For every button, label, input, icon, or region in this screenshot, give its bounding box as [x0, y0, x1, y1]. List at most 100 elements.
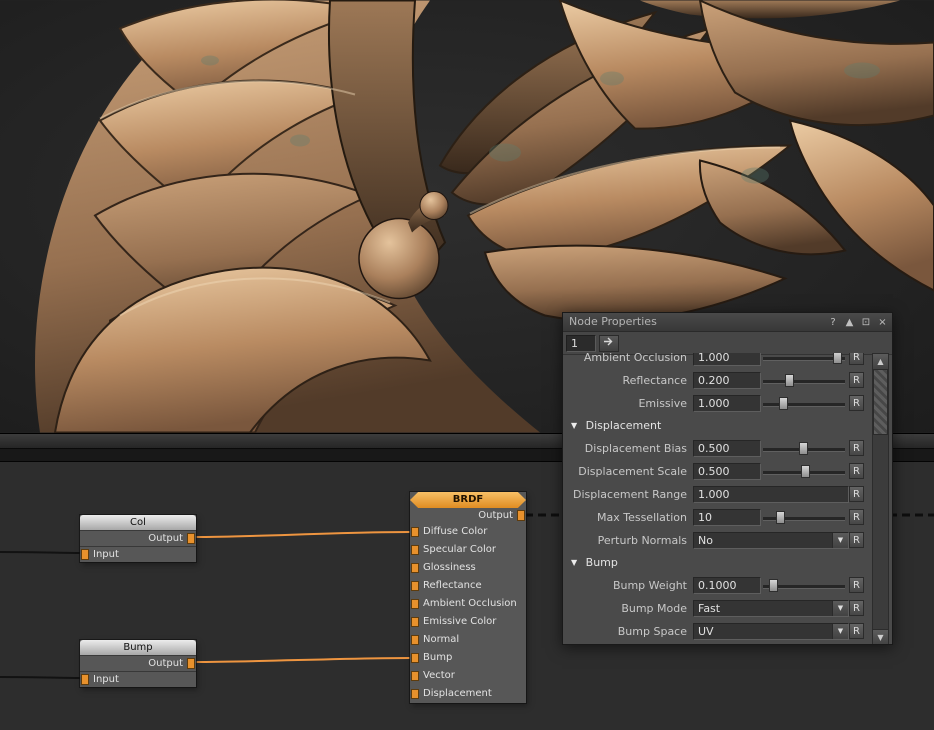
slider-track[interactable]: [763, 460, 845, 483]
reset-button[interactable]: R: [849, 353, 864, 365]
slider-handle[interactable]: [779, 397, 788, 410]
brdf-input-row: Diffuse Color: [410, 523, 526, 541]
input-label: Bump: [423, 652, 452, 663]
displacement-scale-field[interactable]: 0.500: [693, 463, 761, 480]
jump-to-node-button[interactable]: [599, 335, 619, 352]
reflectance-field[interactable]: 0.200: [693, 372, 761, 389]
input-label: Input: [93, 674, 119, 685]
reset-button[interactable]: R: [849, 509, 864, 525]
brdf-input-row: Displacement: [410, 685, 526, 703]
reset-button[interactable]: R: [849, 486, 864, 502]
node-brdf-title[interactable]: BRDF: [410, 492, 526, 508]
property-row-bump-weight: Bump Weight 0.1000 R: [567, 574, 866, 597]
property-label: Perturb Normals: [567, 529, 687, 552]
reset-button[interactable]: R: [849, 623, 864, 639]
input-label: Emissive Color: [423, 616, 496, 627]
slider-track[interactable]: [763, 353, 845, 369]
section-displacement[interactable]: ▼ Displacement: [567, 415, 866, 437]
reset-button[interactable]: R: [849, 395, 864, 411]
reset-button[interactable]: R: [849, 600, 864, 616]
output-port[interactable]: [187, 533, 195, 544]
scroll-up-icon[interactable]: ▲: [873, 354, 888, 370]
node-brdf[interactable]: BRDF Output Diffuse Color Specular Color…: [410, 492, 526, 703]
scroll-down-icon[interactable]: ▼: [873, 629, 888, 644]
slider-handle[interactable]: [833, 353, 842, 364]
ambient-occlusion-field[interactable]: 1.000: [693, 353, 761, 366]
bump-space-dropdown[interactable]: UV ▼: [693, 623, 849, 640]
property-row-max-tessellation: Max Tessellation 10 R: [567, 506, 866, 529]
slider-track[interactable]: [763, 369, 845, 392]
jump-arrow-icon: [603, 336, 615, 347]
property-label: Reflectance: [567, 369, 687, 392]
collapse-triangle-icon[interactable]: ▼: [571, 421, 577, 430]
reset-button[interactable]: R: [849, 577, 864, 593]
output-port[interactable]: [517, 510, 525, 521]
node-col-output-row: Output: [80, 531, 196, 546]
slider-handle[interactable]: [801, 465, 810, 478]
slider-track[interactable]: [763, 506, 845, 529]
chevron-down-icon[interactable]: ▼: [832, 624, 848, 639]
brdf-input-row: Bump: [410, 649, 526, 667]
input-label: Specular Color: [423, 544, 496, 555]
reset-button[interactable]: R: [849, 440, 864, 456]
help-icon[interactable]: ?: [827, 314, 840, 332]
brdf-input-row: Normal: [410, 631, 526, 649]
displacement-bias-field[interactable]: 0.500: [693, 440, 761, 457]
slider-track[interactable]: [763, 392, 845, 415]
input-port[interactable]: [411, 635, 419, 645]
brdf-input-row: Ambient Occlusion: [410, 595, 526, 613]
node-properties-panel[interactable]: Node Properties ? ▲ ⊡ × 1 Ambient Occlus…: [562, 312, 893, 645]
input-label: Glossiness: [423, 562, 476, 573]
bump-weight-field[interactable]: 0.1000: [693, 577, 761, 594]
float-window-icon[interactable]: ⊡: [860, 314, 873, 332]
panel-titlebar[interactable]: Node Properties ? ▲ ⊡ ×: [563, 313, 892, 332]
panel-scrollbar[interactable]: ▲ ▼: [872, 353, 889, 644]
property-row-bump-mode: Bump Mode Fast ▼ R: [567, 597, 866, 620]
rollup-icon[interactable]: ▲: [843, 314, 856, 332]
input-port[interactable]: [411, 617, 419, 627]
input-port[interactable]: [411, 689, 419, 699]
dropdown-value: No: [698, 534, 713, 547]
max-tessellation-field[interactable]: 10: [693, 509, 761, 526]
slider-handle[interactable]: [799, 442, 808, 455]
input-port[interactable]: [411, 653, 419, 663]
node-col-title[interactable]: Col: [80, 515, 196, 531]
collapse-triangle-icon[interactable]: ▼: [571, 558, 577, 567]
input-port[interactable]: [411, 527, 419, 537]
reset-button[interactable]: R: [849, 463, 864, 479]
input-port[interactable]: [411, 671, 419, 681]
section-bump[interactable]: ▼ Bump: [567, 552, 866, 574]
emissive-field[interactable]: 1.000: [693, 395, 761, 412]
output-port[interactable]: [187, 658, 195, 669]
node-brdf-output-row: Output: [410, 508, 526, 523]
brdf-input-row: Reflectance: [410, 577, 526, 595]
slider-handle[interactable]: [769, 579, 778, 592]
scrollbar-thumb[interactable]: [873, 369, 888, 435]
chevron-down-icon[interactable]: ▼: [832, 533, 848, 548]
displacement-range-field[interactable]: 1.000: [693, 486, 849, 503]
node-bump-title[interactable]: Bump: [80, 640, 196, 656]
input-port[interactable]: [411, 599, 419, 609]
slider-track[interactable]: [763, 574, 845, 597]
reset-button[interactable]: R: [849, 532, 864, 548]
close-icon[interactable]: ×: [876, 314, 889, 332]
input-port[interactable]: [81, 549, 89, 560]
input-port[interactable]: [411, 581, 419, 591]
slider-track[interactable]: [763, 437, 845, 460]
perturb-normals-dropdown[interactable]: No ▼: [693, 532, 849, 549]
bump-mode-dropdown[interactable]: Fast ▼: [693, 600, 849, 617]
index-input[interactable]: 1: [566, 335, 596, 352]
node-col[interactable]: Col Output Input: [80, 515, 196, 562]
property-row-ambient-occlusion: Ambient Occlusion 1.000 R: [567, 353, 866, 369]
property-label: Ambient Occlusion: [567, 353, 687, 369]
input-port[interactable]: [81, 674, 89, 685]
node-bump[interactable]: Bump Output Input: [80, 640, 196, 687]
input-port[interactable]: [411, 545, 419, 555]
chevron-down-icon[interactable]: ▼: [832, 601, 848, 616]
property-label: Displacement Bias: [567, 437, 687, 460]
slider-handle[interactable]: [785, 374, 794, 387]
reset-button[interactable]: R: [849, 372, 864, 388]
slider-handle[interactable]: [776, 511, 785, 524]
input-port[interactable]: [411, 563, 419, 573]
property-label: Max Tessellation: [567, 506, 687, 529]
